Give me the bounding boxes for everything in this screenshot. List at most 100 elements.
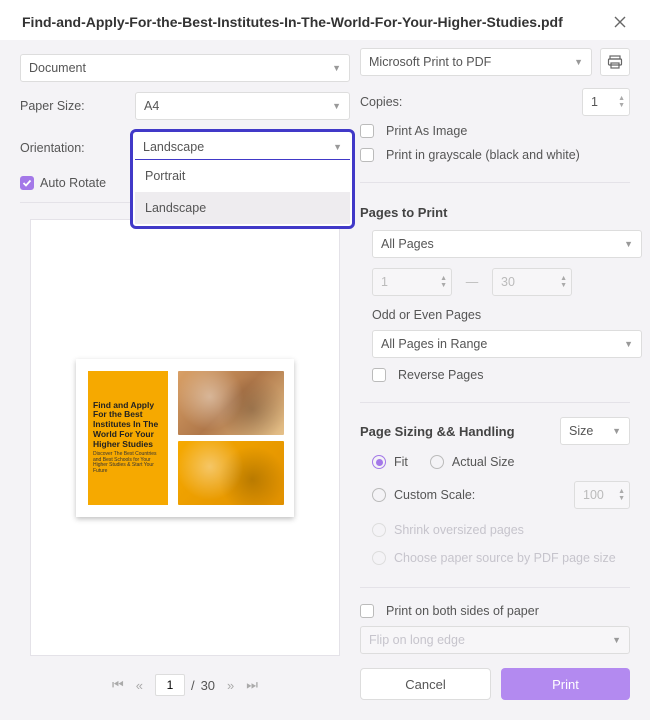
prev-page-button[interactable]: « (136, 678, 143, 693)
preview-image-2 (178, 441, 284, 505)
chevron-down-icon: ▼ (574, 57, 583, 67)
copies-input[interactable]: 1 ▲▼ (582, 88, 630, 116)
orientation-select[interactable]: Landscape ▼ (135, 134, 350, 160)
odd-even-value: All Pages in Range (381, 337, 487, 351)
sizing-mode-value: Size (569, 424, 593, 438)
page-from-value: 1 (381, 275, 388, 289)
fit-label: Fit (394, 455, 408, 469)
shrink-label: Shrink oversized pages (394, 523, 524, 537)
actual-size-radio[interactable] (430, 455, 444, 469)
custom-scale-radio[interactable] (372, 488, 386, 502)
sizing-title: Page Sizing && Handling (360, 424, 515, 439)
printer-value: Microsoft Print to PDF (369, 55, 491, 69)
spinner-icon: ▲▼ (440, 275, 447, 289)
copies-label: Copies: (360, 95, 402, 109)
close-icon (614, 16, 626, 28)
close-button[interactable] (612, 14, 628, 30)
flip-select[interactable]: Flip on long edge ▼ (360, 626, 630, 654)
cancel-button[interactable]: Cancel (360, 668, 491, 700)
chevron-down-icon: ▼ (612, 635, 621, 645)
preview-area: Find and Apply For the Best Institutes I… (30, 219, 340, 656)
orientation-option-landscape[interactable]: Landscape (135, 192, 350, 224)
orientation-label: Orientation: (20, 141, 135, 155)
orientation-row: Orientation: Landscape ▼ Portrait Landsc… (20, 134, 350, 162)
pages-mode-select[interactable]: All Pages ▼ (372, 230, 642, 258)
copies-value: 1 (591, 95, 598, 109)
copies-row: Copies: 1 ▲▼ (360, 88, 630, 116)
page-to-input[interactable]: 30 ▲▼ (492, 268, 572, 296)
custom-scale-row: Custom Scale: 100 ▲▼ (372, 481, 630, 509)
divider (360, 402, 630, 403)
odd-even-label: Odd or Even Pages (372, 308, 630, 322)
chevron-down-icon: ▼ (612, 426, 621, 436)
printer-select[interactable]: Microsoft Print to PDF ▼ (360, 48, 592, 76)
preview-title: Find and Apply For the Best Institutes I… (93, 401, 163, 450)
orientation-select-wrap: Landscape ▼ Portrait Landscape (135, 134, 350, 162)
chevron-down-icon: ▼ (624, 339, 633, 349)
paper-size-select[interactable]: A4 ▼ (135, 92, 350, 120)
check-icon (22, 178, 32, 188)
print-dialog: Find-and-Apply-For-the-Best-Institutes-I… (0, 0, 650, 677)
preview-image-1 (178, 371, 284, 435)
paper-size-label: Paper Size: (20, 99, 135, 113)
print-mode-select[interactable]: Document ▼ (20, 54, 350, 82)
custom-scale-label: Custom Scale: (394, 488, 475, 502)
orientation-option-portrait[interactable]: Portrait (135, 160, 350, 192)
custom-scale-radio-row[interactable]: Custom Scale: (372, 488, 475, 502)
print-as-image-checkbox[interactable] (360, 124, 374, 138)
shrink-radio-row[interactable]: Shrink oversized pages (372, 523, 630, 537)
flip-value: Flip on long edge (369, 633, 465, 647)
page-indicator: / 30 (155, 674, 215, 696)
custom-scale-value: 100 (583, 488, 604, 502)
next-page-button[interactable]: » (227, 678, 234, 693)
print-mode-value: Document (29, 61, 86, 75)
chevron-down-icon: ▼ (332, 101, 341, 111)
odd-even-select[interactable]: All Pages in Range ▼ (372, 330, 642, 358)
pages-mode-value: All Pages (381, 237, 434, 251)
first-page-button[interactable]: ⏮ (112, 677, 124, 693)
total-pages: 30 (201, 678, 215, 693)
dialog-title: Find-and-Apply-For-the-Best-Institutes-I… (22, 14, 563, 30)
preview-sub: Discover The Best Countries and Best Sch… (93, 452, 163, 474)
page-to-value: 30 (501, 275, 515, 289)
chevron-down-icon: ▼ (333, 142, 342, 152)
last-page-button[interactable]: ⏭ (246, 677, 258, 693)
preview-text-block: Find and Apply For the Best Institutes I… (88, 371, 168, 505)
actual-radio-row[interactable]: Actual Size (430, 455, 515, 469)
choose-paper-radio-row[interactable]: Choose paper source by PDF page size (372, 551, 630, 565)
choose-paper-radio[interactable] (372, 551, 386, 565)
chevron-down-icon: ▼ (624, 239, 633, 249)
print-as-image-label: Print As Image (386, 124, 467, 138)
sizing-header: Page Sizing && Handling Size ▼ (360, 417, 630, 445)
dialog-footer: Cancel Print (360, 668, 630, 700)
divider (360, 182, 630, 183)
duplex-row: Print on both sides of paper (360, 604, 630, 618)
print-grayscale-checkbox[interactable] (360, 148, 374, 162)
preview-images (178, 371, 284, 505)
orientation-dropdown-open: Landscape ▼ Portrait Landscape (130, 129, 355, 229)
auto-rotate-label: Auto Rotate (40, 176, 106, 190)
pager: ⏮ « / 30 » ⏭ (20, 656, 350, 700)
printer-properties-button[interactable] (600, 48, 630, 76)
sizing-mode-select[interactable]: Size ▼ (560, 417, 630, 445)
duplex-checkbox[interactable] (360, 604, 374, 618)
orientation-value: Landscape (143, 140, 204, 154)
pages-to-print-title: Pages to Print (360, 205, 630, 220)
fit-radio-row[interactable]: Fit (372, 455, 408, 469)
left-pane: Document ▼ Paper Size: A4 ▼ Orientation:… (20, 48, 350, 700)
shrink-radio[interactable] (372, 523, 386, 537)
print-button[interactable]: Print (501, 668, 630, 700)
print-grayscale-label: Print in grayscale (black and white) (386, 148, 580, 162)
actual-size-label: Actual Size (452, 455, 515, 469)
auto-rotate-checkbox[interactable] (20, 176, 34, 190)
page-from-input[interactable]: 1 ▲▼ (372, 268, 452, 296)
current-page-input[interactable] (155, 674, 185, 696)
printer-row: Microsoft Print to PDF ▼ (360, 48, 630, 76)
reverse-pages-label: Reverse Pages (398, 368, 483, 382)
fit-radio[interactable] (372, 455, 386, 469)
page-preview: Find and Apply For the Best Institutes I… (76, 359, 294, 517)
paper-size-value: A4 (144, 99, 159, 113)
custom-scale-input[interactable]: 100 ▲▼ (574, 481, 630, 509)
reverse-pages-checkbox[interactable] (372, 368, 386, 382)
fit-actual-group: Fit Actual Size (372, 455, 630, 469)
